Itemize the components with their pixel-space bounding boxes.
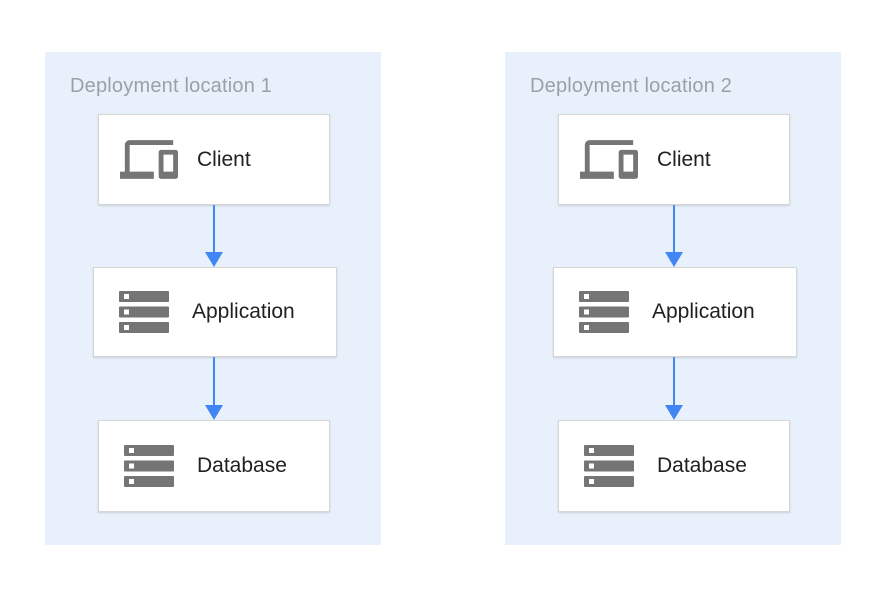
node-label: Application [652,300,755,324]
server-stack-icon [115,291,173,333]
node-database: Database [558,420,790,512]
node-application: Application [553,267,797,357]
arrow-line [213,205,215,252]
server-stack-icon [575,291,633,333]
panel-title: Deployment location 2 [530,74,732,98]
deployment-location-1-group: Deployment location 1 Client [45,52,381,545]
arrow-application-to-database [665,357,683,420]
arrow-application-to-database [205,357,223,420]
arrow-head-icon [205,252,223,267]
server-stack-icon [120,445,178,487]
devices-icon [120,140,178,179]
arrow-line [673,205,675,252]
arrow-client-to-application [665,205,683,267]
arrow-line [673,357,675,405]
node-client: Client [558,114,790,205]
arrow-line [213,357,215,405]
node-client: Client [98,114,330,205]
arrow-client-to-application [205,205,223,267]
node-application: Application [93,267,337,357]
node-label: Application [192,300,295,324]
arrow-head-icon [665,405,683,420]
node-database: Database [98,420,330,512]
node-label: Client [197,148,251,172]
server-stack-icon [580,445,638,487]
node-label: Database [657,454,747,478]
panel-title: Deployment location 1 [70,74,272,98]
diagram-canvas: Deployment location 1 Client [0,0,890,608]
arrow-head-icon [205,405,223,420]
devices-icon [580,140,638,179]
arrow-head-icon [665,252,683,267]
node-label: Client [657,148,711,172]
node-label: Database [197,454,287,478]
deployment-location-2-group: Deployment location 2 Client [505,52,841,545]
